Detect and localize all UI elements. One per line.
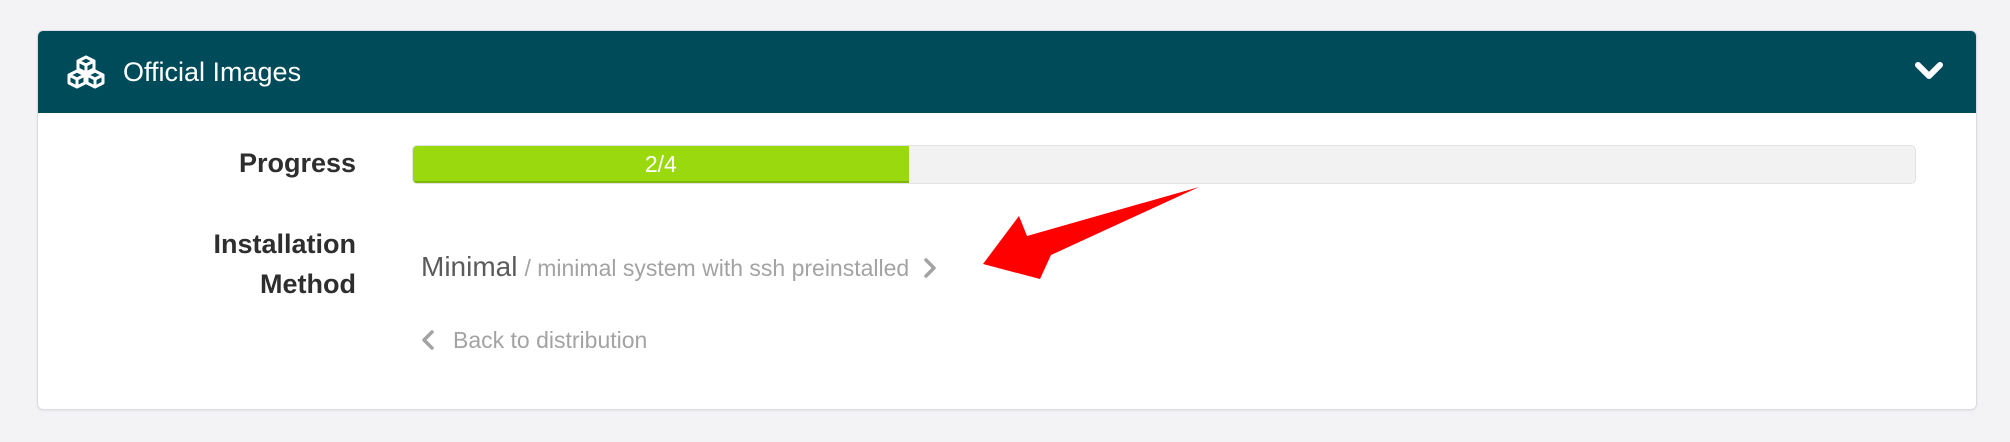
progress-text: 2/4 <box>644 151 677 177</box>
installation-method-option[interactable]: Minimal / minimal system with ssh preins… <box>421 251 937 293</box>
panel-title: Official Images <box>123 57 302 87</box>
back-link-text: Back to distribution <box>453 326 648 353</box>
installation-method-label: Installation Method <box>213 224 356 304</box>
progress-bar: 2/4 <box>412 145 1916 184</box>
panel-header[interactable]: Official Images <box>38 31 1976 113</box>
chevron-right-icon <box>924 258 936 278</box>
installation-method-label-line2: Method <box>260 269 356 299</box>
method-name: Minimal <box>421 251 518 282</box>
cubes-icon <box>67 55 105 89</box>
progress-label: Progress <box>238 148 356 178</box>
chevron-left-icon <box>422 330 434 350</box>
chevron-down-icon[interactable] <box>1914 59 1944 83</box>
installation-method-label-line1: Installation <box>213 229 356 259</box>
back-to-distribution-link[interactable]: Back to distribution <box>421 320 647 360</box>
red-pointer-arrow-icon <box>983 187 1199 279</box>
method-description: / minimal system with ssh preinstalled <box>524 255 910 281</box>
